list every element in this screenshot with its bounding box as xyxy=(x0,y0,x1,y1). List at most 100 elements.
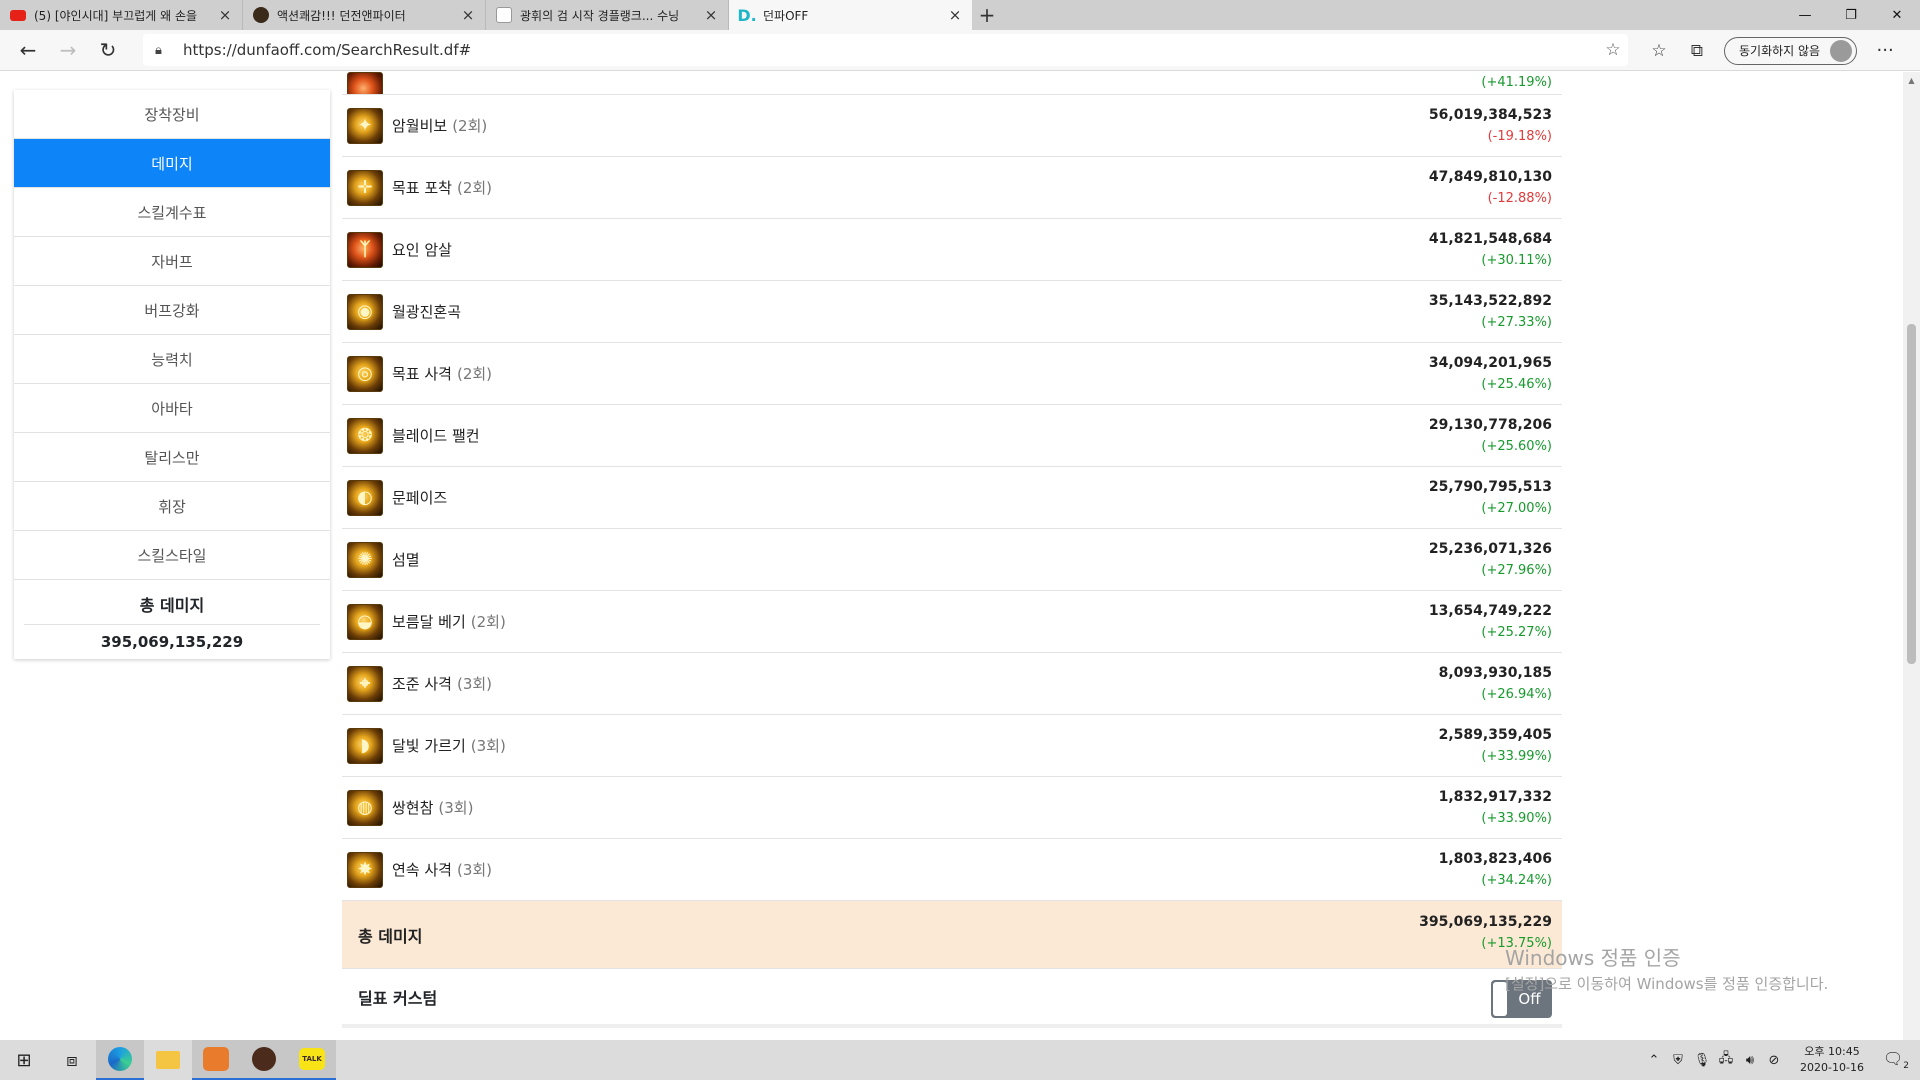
scroll-up-icon[interactable]: ▲ xyxy=(1903,72,1920,89)
tab-ranking[interactable]: 광휘의 검 시작 경플랭크... 수닝 × xyxy=(486,0,729,30)
url-text: https://dunfaoff.com/SearchResult.df# xyxy=(183,41,472,59)
skill-name: 섬멸 xyxy=(392,551,420,569)
damage-change: (+34.24%) xyxy=(1481,873,1552,888)
sidebar-total-value: 395,069,135,229 xyxy=(100,633,244,651)
skill-damage: 8,093,930,185 xyxy=(1438,665,1552,681)
network-icon[interactable]: 🖧 xyxy=(1714,1049,1738,1071)
skill-damage: 2,589,359,405 xyxy=(1438,727,1552,743)
custom-table-row: 딜표 커스텀 Off xyxy=(342,969,1562,1028)
dungeon-fighter-icon xyxy=(252,1047,276,1071)
blocked-icon[interactable]: ⊘ xyxy=(1762,1053,1786,1068)
scroll-thumb[interactable] xyxy=(1907,324,1916,664)
task-view-icon[interactable]: ⧈ xyxy=(48,1040,96,1080)
sidebar-item-talisman[interactable]: 탈리스만 xyxy=(14,433,330,482)
minimize-button[interactable]: — xyxy=(1782,0,1828,30)
tab-dunfaoff[interactable]: D. 던파OFF × xyxy=(729,0,972,30)
new-tab-button[interactable]: + xyxy=(972,0,1002,30)
folder-icon xyxy=(156,1051,180,1069)
sidebar-item-skill-coefficient[interactable]: 스킬계수표 xyxy=(14,188,330,237)
damage-change: (+25.60%) xyxy=(1481,439,1552,454)
profile-avatar xyxy=(1830,39,1853,62)
antivirus-icon[interactable]: ⛨ xyxy=(1666,1053,1690,1068)
sidebar-item-buff-enhance[interactable]: 버프강화 xyxy=(14,286,330,335)
sidebar-item-avatar[interactable]: 아바타 xyxy=(14,384,330,433)
sidebar-item-skill-style[interactable]: 스킬스타일 xyxy=(14,531,330,580)
clock-time: 오후 10:45 xyxy=(1804,1045,1860,1058)
total-damage-label: 총 데미지 xyxy=(358,926,423,946)
damage-change: (+27.00%) xyxy=(1481,501,1552,516)
sidebar-item-emblem[interactable]: 휘장 xyxy=(14,482,330,531)
sync-button[interactable]: 동기화하지 않음 xyxy=(1724,36,1858,65)
dungeon-fighter-icon xyxy=(253,7,269,23)
refresh-icon[interactable]: ↻ xyxy=(88,33,128,67)
close-icon[interactable]: × xyxy=(948,6,962,24)
skill-hit-count: (3회) xyxy=(470,737,506,755)
forward-icon[interactable]: → xyxy=(48,33,88,67)
skill-damage: 56,019,384,523 xyxy=(1428,107,1552,123)
favorite-star-icon[interactable]: ☆ xyxy=(1598,40,1628,60)
tab-youtube[interactable]: (5) [야인시대] 부끄럽게 왜 손을 × xyxy=(0,0,243,30)
tab-dungeon-fighter[interactable]: 액션쾌감!!! 던전앤파이터 × xyxy=(243,0,486,30)
skill-icon: ᛉ xyxy=(347,231,383,268)
damage-change: (-19.18%) xyxy=(1487,129,1552,144)
total-damage-value: 395,069,135,229 xyxy=(1419,914,1552,930)
clock[interactable]: 오후 10:45 2020-10-16 xyxy=(1792,1044,1872,1076)
sidebar-menu: 장착장비 데미지 스킬계수표 자버프 버프강화 능력치 아바타 탈리스만 휘장 … xyxy=(14,90,330,659)
sidebar-total: 총 데미지 395,069,135,229 xyxy=(14,580,330,659)
sync-label: 동기화하지 않음 xyxy=(1739,44,1821,58)
skill-icon: ◍ xyxy=(347,789,383,826)
maximize-button[interactable]: ❐ xyxy=(1828,0,1874,30)
favorites-icon[interactable]: ☆ xyxy=(1640,41,1678,61)
sidebar-item-stats[interactable]: 능력치 xyxy=(14,335,330,384)
tab-title: 액션쾌감!!! 던전앤파이터 xyxy=(277,8,406,23)
skill-icon: ❂ xyxy=(347,417,383,454)
close-window-button[interactable]: ✕ xyxy=(1874,0,1920,30)
taskbar-dnf[interactable] xyxy=(240,1040,288,1080)
damage-change: (+30.11%) xyxy=(1481,253,1552,268)
skill-hit-count: (2회) xyxy=(452,117,488,135)
custom-table-label: 딜표 커스텀 xyxy=(358,988,438,1008)
sidebar-item-self-buff[interactable]: 자버프 xyxy=(14,237,330,286)
back-icon[interactable]: ← xyxy=(8,33,48,67)
url-field[interactable]: 🔒︎ https://dunfaoff.com/SearchResult.df#… xyxy=(143,34,1628,66)
start-windows-icon[interactable]: ⊞ xyxy=(0,1040,48,1080)
skill-damage: 35,143,522,892 xyxy=(1428,293,1552,309)
sidebar-item-damage[interactable]: 데미지 xyxy=(14,139,330,188)
close-icon[interactable]: × xyxy=(461,6,475,24)
damage-change: (+33.90%) xyxy=(1481,811,1552,826)
page-scrollbar[interactable]: ▲ xyxy=(1903,72,1920,1040)
skill-name: 보름달 베기 xyxy=(392,613,466,631)
watermark-title: Windows 정품 인증 xyxy=(1505,946,1681,970)
damage-change: (-12.88%) xyxy=(1487,191,1552,206)
windows-activation-watermark: Windows 정품 인증 [설정]으로 이동하여 Windows를 정품 인증… xyxy=(1505,942,1828,994)
skill-hit-count: (3회) xyxy=(456,675,493,693)
sidebar-item-equipment[interactable]: 장착장비 xyxy=(14,90,330,139)
collections-icon[interactable]: ⧉ xyxy=(1678,41,1716,61)
clock-date: 2020-10-16 xyxy=(1800,1061,1864,1074)
damage-change: (+25.46%) xyxy=(1481,377,1552,392)
microphone-icon[interactable]: 🎙︎ xyxy=(1690,1053,1714,1068)
sidebar-total-label: 총 데미지 xyxy=(24,592,320,625)
skill-damage: 1,803,823,406 xyxy=(1438,851,1552,867)
close-icon[interactable]: × xyxy=(704,6,718,24)
skill-damage: 47,849,810,130 xyxy=(1428,169,1552,185)
taskbar: ⊞ ⧈ TALK ⌃ ⛨ 🎙︎ 🖧 🔊︎ ⊘ 오후 10:45 2020-10-… xyxy=(0,1040,1920,1080)
skill-name: 조준 사격 xyxy=(392,675,452,693)
chevron-up-icon[interactable]: ⌃ xyxy=(1642,1053,1666,1068)
damage-change: (+33.99%) xyxy=(1481,749,1552,764)
page-viewport: 장착장비 데미지 스킬계수표 자버프 버프강화 능력치 아바타 탈리스만 휘장 … xyxy=(0,72,1903,1040)
notification-icon[interactable]: 🗨︎2 xyxy=(1872,1049,1920,1071)
volume-icon[interactable]: 🔊︎ xyxy=(1738,1053,1762,1068)
taskbar-edge[interactable] xyxy=(96,1040,144,1080)
table-row: ◗ 달빛 가르기 (3회) 2,589,359,405 (+33.99%) xyxy=(342,715,1562,777)
table-row: ◒ 보름달 베기 (2회) 13,654,749,222 (+25.27%) xyxy=(342,591,1562,653)
skill-hit-count: (3회) xyxy=(456,861,493,879)
more-options-icon[interactable]: ··· xyxy=(1865,40,1905,61)
kakaotalk-icon: TALK xyxy=(299,1048,325,1070)
taskbar-discord[interactable] xyxy=(192,1040,240,1080)
taskbar-explorer[interactable] xyxy=(144,1040,192,1080)
taskbar-kakaotalk[interactable]: TALK xyxy=(288,1040,336,1080)
system-tray: ⌃ ⛨ 🎙︎ 🖧 🔊︎ ⊘ 오후 10:45 2020-10-16 🗨︎2 xyxy=(1642,1040,1920,1080)
close-icon[interactable]: × xyxy=(218,6,232,24)
table-row: ◎ 목표 사격 (2회) 34,094,201,965 (+25.46%) xyxy=(342,343,1562,405)
